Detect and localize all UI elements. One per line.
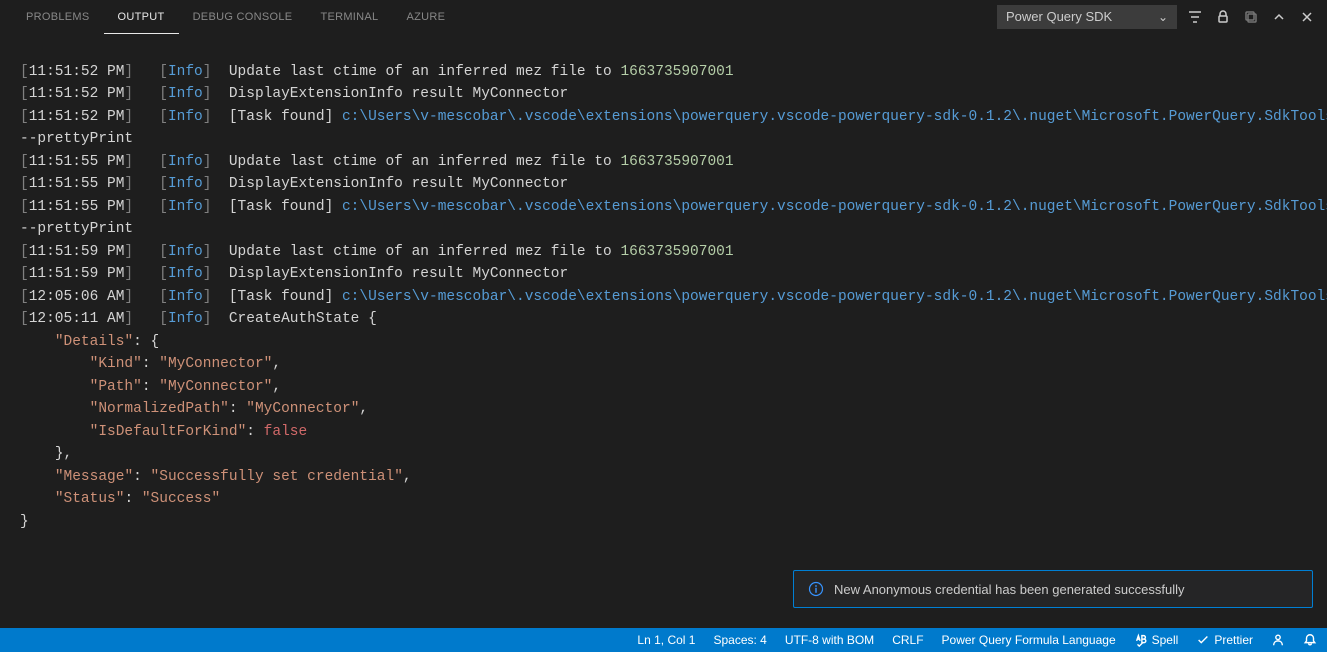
spellcheck-icon xyxy=(1134,633,1148,647)
log-line: [11:51:59 PM] [Info] Update last ctime o… xyxy=(20,244,734,260)
log-line: [11:51:52 PM] [Info] [Task found] c:\Use… xyxy=(20,109,1327,148)
log-line: [11:51:55 PM] [Info] [Task found] c:\Use… xyxy=(20,199,1327,238)
panel-actions: Power Query SDK ⌄ xyxy=(997,5,1327,29)
tab-debug-console[interactable]: DEBUG CONSOLE xyxy=(179,0,307,34)
log-line: [11:51:59 PM] [Info] DisplayExtensionInf… xyxy=(20,266,568,282)
output-body[interactable]: [11:51:52 PM] [Info] Update last ctime o… xyxy=(0,34,1327,543)
status-prettier[interactable]: Prettier xyxy=(1196,633,1253,647)
panel-tabs: PROBLEMS OUTPUT DEBUG CONSOLE TERMINAL A… xyxy=(0,0,1327,34)
log-line: [11:51:52 PM] [Info] DisplayExtensionInf… xyxy=(20,86,568,102)
filter-icon[interactable] xyxy=(1185,7,1205,27)
status-language[interactable]: Power Query Formula Language xyxy=(942,633,1116,647)
tab-problems[interactable]: PROBLEMS xyxy=(12,0,104,34)
output-channel-label: Power Query SDK xyxy=(1006,9,1112,24)
status-eol[interactable]: CRLF xyxy=(892,633,923,647)
log-line: [12:05:06 AM] [Info] [Task found] c:\Use… xyxy=(20,289,1327,305)
check-icon xyxy=(1196,633,1210,647)
bell-icon xyxy=(1303,633,1317,647)
log-line: [11:51:52 PM] [Info] Update last ctime o… xyxy=(20,64,734,80)
log-line: [11:51:55 PM] [Info] Update last ctime o… xyxy=(20,154,734,170)
output-channel-select[interactable]: Power Query SDK ⌄ xyxy=(997,5,1177,29)
status-bell-icon[interactable] xyxy=(1303,633,1317,647)
tab-output[interactable]: OUTPUT xyxy=(104,0,179,34)
tab-azure[interactable]: AZURE xyxy=(392,0,459,34)
status-lncol[interactable]: Ln 1, Col 1 xyxy=(637,633,695,647)
info-icon xyxy=(808,581,824,597)
status-encoding[interactable]: UTF-8 with BOM xyxy=(785,633,874,647)
status-spell[interactable]: Spell xyxy=(1134,633,1179,647)
chevron-down-icon: ⌄ xyxy=(1158,10,1168,24)
log-line: [12:05:11 AM] [Info] CreateAuthState { "… xyxy=(20,311,412,530)
chevron-up-icon[interactable] xyxy=(1269,7,1289,27)
status-spaces[interactable]: Spaces: 4 xyxy=(713,633,766,647)
person-icon xyxy=(1271,633,1285,647)
lock-icon[interactable] xyxy=(1213,7,1233,27)
status-bar: Ln 1, Col 1 Spaces: 4 UTF-8 with BOM CRL… xyxy=(0,628,1327,652)
status-feedback-icon[interactable] xyxy=(1271,633,1285,647)
tab-terminal[interactable]: TERMINAL xyxy=(306,0,392,34)
toast-message: New Anonymous credential has been genera… xyxy=(834,582,1185,597)
log-line: [11:51:55 PM] [Info] DisplayExtensionInf… xyxy=(20,176,568,192)
notification-toast[interactable]: New Anonymous credential has been genera… xyxy=(793,570,1313,608)
copy-icon[interactable] xyxy=(1241,7,1261,27)
close-icon[interactable] xyxy=(1297,7,1317,27)
